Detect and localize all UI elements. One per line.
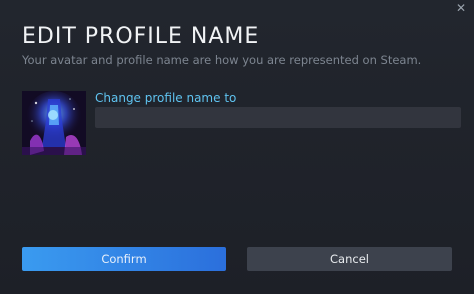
- close-icon: ✕: [455, 1, 467, 15]
- dialog-title: EDIT PROFILE NAME: [22, 24, 260, 49]
- edit-profile-name-dialog: ✕ EDIT PROFILE NAME Your avatar and prof…: [0, 0, 474, 294]
- close-button[interactable]: ✕: [454, 1, 468, 15]
- avatar-image: [22, 91, 86, 155]
- avatar[interactable]: [22, 91, 86, 155]
- dialog-subtitle: Your avatar and profile name are how you…: [22, 53, 422, 67]
- profile-name-input[interactable]: [95, 107, 461, 128]
- confirm-button[interactable]: Confirm: [22, 247, 226, 271]
- profile-name-label: Change profile name to: [95, 91, 237, 105]
- cancel-button[interactable]: Cancel: [247, 247, 452, 271]
